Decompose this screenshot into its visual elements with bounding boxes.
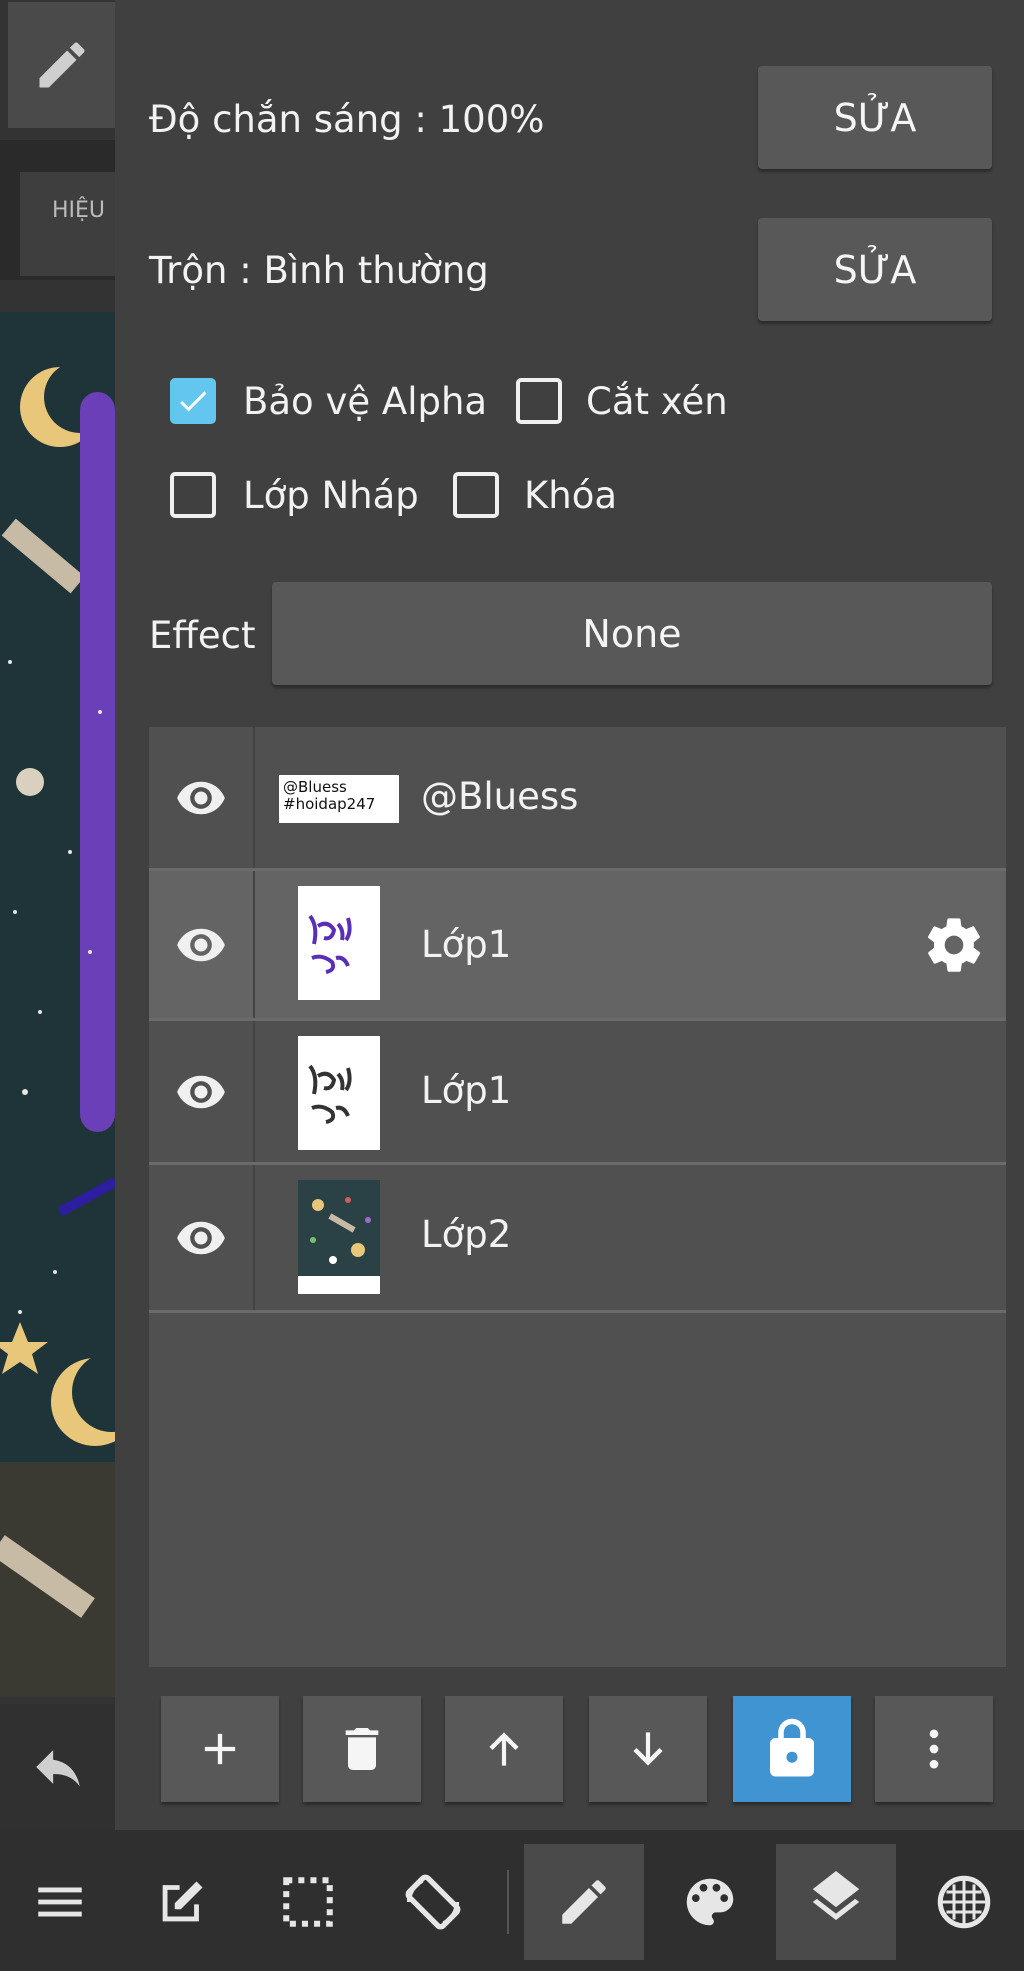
grid-circle-icon: [937, 1875, 991, 1929]
plus-icon: [204, 1733, 236, 1765]
artwork-canvas[interactable]: [0, 312, 115, 1697]
thumbnail-art: [308, 1064, 352, 1124]
effect-select-button[interactable]: None: [272, 582, 992, 685]
lock-label: Khóa: [524, 474, 618, 517]
layers-button[interactable]: [776, 1844, 896, 1960]
more-vertical-icon: [929, 1729, 939, 1769]
hamburger-icon: [38, 1887, 82, 1917]
layer-name: Lớp1: [421, 1069, 512, 1112]
trash-icon: [345, 1728, 379, 1770]
alpha-protect-label: Bảo vệ Alpha: [243, 380, 488, 423]
lock-icon: [770, 1718, 814, 1777]
pen-tool-button[interactable]: [8, 2, 115, 128]
layer-row-selected[interactable]: Lớp1: [149, 871, 1006, 1021]
layer-thumbnail: [298, 886, 380, 1000]
move-layer-down-button[interactable]: [589, 1696, 707, 1802]
layer-thumbnail: [298, 1036, 380, 1150]
effect-tab[interactable]: HIỆU: [20, 172, 115, 276]
clipping-label: Cắt xén: [586, 380, 728, 423]
selection-icon: [283, 1877, 333, 1927]
alpha-protect-checkbox[interactable]: [170, 378, 216, 424]
clipping-checkbox[interactable]: [516, 378, 562, 424]
blend-edit-button[interactable]: SỬA: [758, 218, 992, 321]
thumb-text-line-2: #hoidap247: [283, 795, 376, 813]
blend-mode-label: Trộn : Bình thường: [149, 249, 489, 292]
eye-icon: [177, 928, 225, 961]
lock-checkbox[interactable]: [453, 472, 499, 518]
draft-layer-label: Lớp Nháp: [243, 474, 419, 517]
visibility-toggle[interactable]: [149, 1021, 255, 1162]
layer-settings-button[interactable]: [922, 913, 986, 981]
bottom-toolbar: [0, 1830, 1024, 1971]
edit-icon: [162, 1881, 203, 1922]
opacity-label: Độ chắn sáng : 100%: [149, 98, 545, 141]
blend-edit-label: SỬA: [833, 247, 917, 292]
rotate-canvas-button[interactable]: [373, 1844, 493, 1960]
thumbnail-art: [308, 914, 352, 974]
gear-icon: [927, 918, 981, 972]
palette-icon: [686, 1878, 734, 1926]
artwork-image: [0, 312, 115, 1697]
toolbar-divider: [507, 1870, 509, 1934]
layer-name: Lớp2: [421, 1213, 512, 1256]
materials-button[interactable]: [904, 1844, 1024, 1960]
canvas-strip[interactable]: HIỆU: [0, 0, 115, 1830]
layer-name: @Bluess: [421, 775, 579, 818]
visibility-toggle[interactable]: [149, 1165, 255, 1310]
visibility-toggle[interactable]: [149, 871, 255, 1018]
arrow-down-icon: [633, 1732, 663, 1766]
lock-layer-button[interactable]: [733, 1696, 851, 1802]
undo-icon: [35, 1750, 80, 1787]
brush-tool-button[interactable]: [524, 1844, 644, 1960]
pencil-icon: [39, 42, 84, 88]
undo-button[interactable]: [0, 1704, 115, 1830]
eye-icon: [177, 1075, 225, 1108]
selection-button[interactable]: [248, 1844, 368, 1960]
effect-label: Effect: [149, 614, 256, 657]
arrow-up-icon: [489, 1732, 519, 1766]
color-palette-button[interactable]: [650, 1844, 770, 1960]
opacity-edit-label: SỬA: [833, 95, 917, 140]
thumb-text-line-1: @Bluess: [283, 778, 347, 796]
draft-layer-checkbox[interactable]: [170, 472, 216, 518]
pencil-icon: [562, 1880, 606, 1924]
eye-icon: [177, 1221, 225, 1254]
thumbnail-art: [298, 1180, 380, 1294]
edit-button[interactable]: [122, 1844, 242, 1960]
move-layer-up-button[interactable]: [445, 1696, 563, 1802]
menu-button[interactable]: [0, 1844, 120, 1960]
more-options-button[interactable]: [875, 1696, 993, 1802]
layer-name: Lớp1: [421, 923, 512, 966]
effect-value: None: [582, 611, 682, 656]
delete-layer-button[interactable]: [303, 1696, 421, 1802]
effect-tab-label: HIỆU: [52, 198, 106, 223]
layer-row[interactable]: @Bluess #hoidap247 @Bluess: [149, 727, 1006, 871]
add-layer-button[interactable]: [161, 1696, 279, 1802]
layer-list[interactable]: @Bluess #hoidap247 @Bluess Lớp1 Lớp1 Lớp…: [149, 727, 1006, 1667]
rotate-icon: [405, 1874, 461, 1930]
check-icon: [180, 391, 207, 412]
layer-row[interactable]: Lớp2: [149, 1165, 1006, 1313]
eye-icon: [177, 781, 225, 814]
layer-thumbnail: @Bluess #hoidap247: [279, 775, 399, 823]
layer-row[interactable]: Lớp1: [149, 1021, 1006, 1165]
opacity-edit-button[interactable]: SỬA: [758, 66, 992, 169]
visibility-toggle[interactable]: [149, 727, 255, 868]
layers-icon: [812, 1871, 860, 1921]
layer-thumbnail: [298, 1180, 380, 1294]
